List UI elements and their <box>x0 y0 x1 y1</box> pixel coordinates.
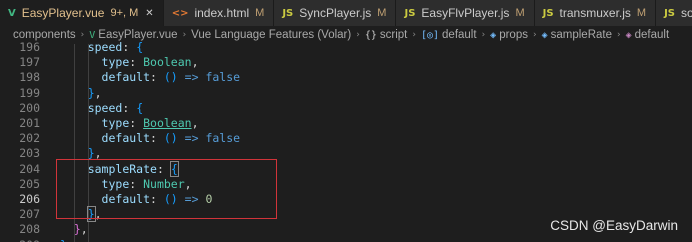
chevron-right-icon: › <box>481 30 486 40</box>
line-number: 198 <box>19 70 40 85</box>
tab-status: M <box>636 7 647 19</box>
vue-file-icon: V <box>89 29 96 41</box>
vue-file-icon: V <box>8 7 16 19</box>
js-file-icon: JS <box>282 7 294 19</box>
method-icon: ◈ <box>625 29 632 41</box>
html-file-icon: <> <box>171 7 189 19</box>
tab-transmuxer-js[interactable]: JS transmuxer.js M <box>534 0 657 26</box>
line-number: 201 <box>19 116 40 130</box>
code-text: }, <box>73 222 88 237</box>
code-text: type: Number, <box>101 176 192 191</box>
code-text: speed: { <box>87 100 144 115</box>
line-number: 207 <box>19 207 40 222</box>
line-number: 200 <box>19 100 40 115</box>
code-line: 201 type: Boolean, <box>0 116 692 131</box>
line-number: 199 <box>19 85 40 100</box>
tab-status: 9+, M <box>110 7 139 19</box>
tab-label: EasyPlayer.vue <box>21 6 105 20</box>
tab-label: index.html <box>194 6 250 20</box>
chevron-right-icon: › <box>356 30 360 40</box>
code-line: 200 speed: { <box>0 101 692 116</box>
chevron-right-icon: › <box>412 30 416 40</box>
tab-label: SyncPlayer.js <box>299 6 372 20</box>
tab-label: transmuxer.js <box>559 6 631 20</box>
watermark: CSDN @EasyDarwin <box>550 218 678 233</box>
tab-status: M <box>255 7 265 19</box>
code-line: 202 default: () => false <box>0 131 692 146</box>
code-text: speed: { <box>87 40 144 54</box>
code-line: 206 default: () => 0 <box>0 192 692 207</box>
code-editor[interactable]: 196 speed: { 197 type: Boolean, 198 defa… <box>0 40 692 242</box>
js-file-icon: JS <box>404 7 416 19</box>
line-number: 208 <box>19 222 40 237</box>
variable-icon: [◎] <box>420 29 440 41</box>
code-line: 196 speed: { <box>0 40 692 55</box>
chevron-right-icon: › <box>80 30 85 40</box>
tab-label: soundPlay <box>681 6 692 20</box>
line-number: 197 <box>19 55 40 70</box>
js-file-icon: JS <box>664 7 676 19</box>
code-text: type: Boolean, <box>101 55 199 70</box>
line-number: 203 <box>19 146 40 161</box>
code-line: 198 default: () => false <box>0 70 692 85</box>
code-line: 199 }, <box>0 86 692 101</box>
code-text: sampleRate: { <box>87 160 179 177</box>
chevron-right-icon: › <box>532 30 537 40</box>
code-line: 204 sampleRate: { <box>0 160 692 177</box>
line-number: 206 <box>19 192 40 206</box>
property-icon: ◈ <box>541 29 548 41</box>
code-text: }, <box>87 146 102 161</box>
code-line: 197 type: Boolean, <box>0 55 692 70</box>
line-number: 209 <box>0 238 40 242</box>
tab-soundplay[interactable]: JS soundPlay <box>656 0 692 26</box>
chevron-right-icon: › <box>182 30 187 40</box>
tab-label: EasyFlvPlayer.js <box>421 6 510 20</box>
line-number: 204 <box>19 161 40 176</box>
code-text: type: Boolean, <box>101 116 199 130</box>
chevron-right-icon: › <box>617 30 621 40</box>
code-text: default: () => false <box>101 70 241 85</box>
line-number: 205 <box>19 176 40 191</box>
line-number: 196 <box>19 40 40 54</box>
code-text: }, <box>86 206 102 223</box>
code-line: 209 } <box>0 238 692 242</box>
tab-index-html[interactable]: <> index.html M <box>163 0 275 26</box>
line-number: 202 <box>19 131 40 146</box>
code-line: 203 }, <box>0 146 692 161</box>
tab-easyplayer-vue[interactable]: V EasyPlayer.vue 9+, M ✕ <box>0 0 164 26</box>
code-text: default: () => 0 <box>101 192 213 206</box>
code-line: 205 type: Number, <box>0 177 692 192</box>
js-file-icon: JS <box>542 7 554 19</box>
tab-syncplayer-js[interactable]: JS SyncPlayer.js M <box>274 0 397 26</box>
tab-status: M <box>377 7 387 19</box>
editor-tab-bar: V EasyPlayer.vue 9+, M ✕ <> index.html M… <box>0 0 692 26</box>
code-text: default: () => false <box>101 131 241 146</box>
braces-icon: {} <box>364 29 377 41</box>
tab-easyflvplayer-js[interactable]: JS EasyFlvPlayer.js M <box>396 0 535 26</box>
code-text: }, <box>87 85 102 100</box>
property-icon: ◈ <box>490 29 497 41</box>
tab-status: M <box>515 7 525 19</box>
code-text: } <box>60 238 67 242</box>
close-tab-icon[interactable]: ✕ <box>145 8 153 19</box>
